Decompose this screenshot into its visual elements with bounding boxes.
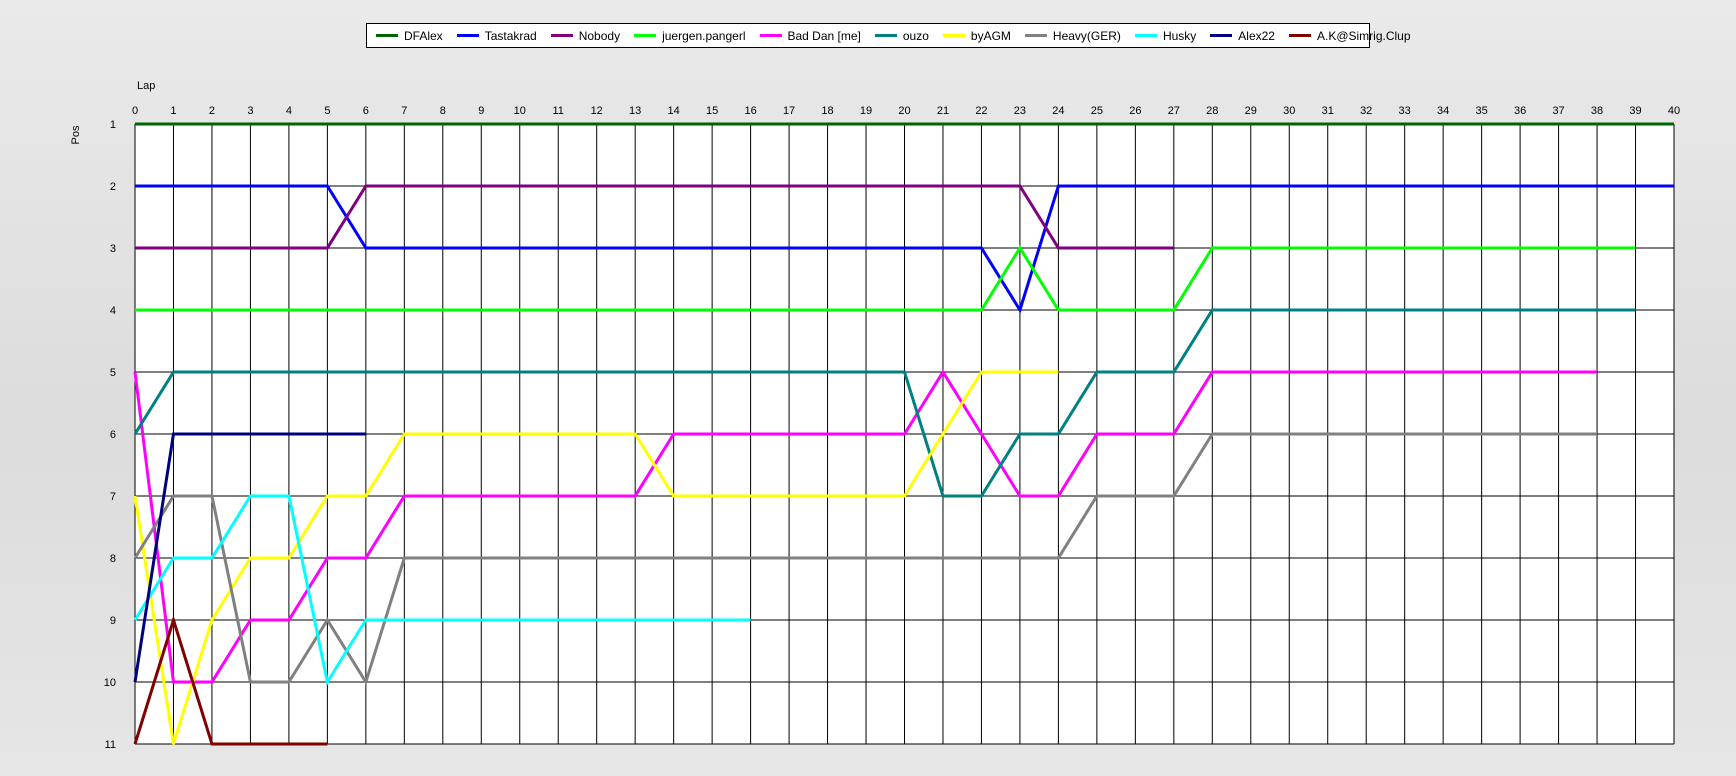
x-tick-label: 32	[1360, 105, 1372, 117]
x-tick-label: 17	[783, 105, 795, 117]
y-tick-label: 10	[104, 677, 116, 689]
x-tick-label: 31	[1322, 105, 1334, 117]
x-tick-label: 16	[744, 105, 756, 117]
y-axis-title: Pos	[70, 125, 82, 144]
x-tick-label: 29	[1245, 105, 1257, 117]
y-tick-label: 9	[110, 615, 116, 627]
x-tick-label: 9	[478, 105, 484, 117]
x-tick-label: 2	[209, 105, 215, 117]
y-tick-label: 6	[110, 429, 116, 441]
x-tick-label: 33	[1399, 105, 1411, 117]
x-tick-label: 27	[1168, 105, 1180, 117]
x-tick-label: 6	[363, 105, 369, 117]
x-tick-label: 18	[821, 105, 833, 117]
x-tick-label: 7	[401, 105, 407, 117]
x-tick-label: 23	[1014, 105, 1026, 117]
x-tick-label: 15	[706, 105, 718, 117]
y-tick-label: 4	[110, 305, 116, 317]
x-tick-label: 3	[247, 105, 253, 117]
x-tick-label: 35	[1476, 105, 1488, 117]
x-tick-label: 36	[1514, 105, 1526, 117]
x-tick-label: 40	[1668, 105, 1680, 117]
x-tick-label: 21	[937, 105, 949, 117]
x-tick-label: 24	[1052, 105, 1064, 117]
x-axis-title: Lap	[137, 80, 155, 92]
x-tick-label: 11	[553, 105, 564, 117]
y-tick-label: 11	[105, 739, 116, 751]
x-tick-label: 20	[898, 105, 910, 117]
y-tick-label: 2	[110, 181, 116, 193]
y-tick-label: 1	[110, 119, 116, 131]
x-tick-label: 25	[1091, 105, 1103, 117]
x-tick-label: 13	[629, 105, 641, 117]
x-tick-label: 19	[860, 105, 872, 117]
x-tick-label: 8	[440, 105, 446, 117]
x-tick-label: 12	[591, 105, 603, 117]
x-tick-label: 28	[1206, 105, 1218, 117]
x-tick-label: 26	[1129, 105, 1141, 117]
x-tick-label: 30	[1283, 105, 1295, 117]
y-tick-label: 3	[110, 243, 116, 255]
x-tick-label: 1	[170, 105, 176, 117]
y-tick-label: 7	[110, 491, 116, 503]
x-tick-label: 5	[324, 105, 330, 117]
x-tick-label: 38	[1591, 105, 1603, 117]
x-tick-label: 4	[286, 105, 292, 117]
x-tick-label: 34	[1437, 105, 1449, 117]
line-chart: 0 1 2 3 4 5 6 7 8 9 10 11 12 13 14 15 16 17 18 19 20 21 22 23 24…	[70, 80, 1680, 751]
x-tick-label: 14	[668, 105, 680, 117]
x-tick-label: 22	[975, 105, 987, 117]
x-tick-label: 10	[514, 105, 526, 117]
y-tick-label: 5	[110, 367, 116, 379]
x-tick-label: 0	[132, 105, 138, 117]
x-tick-label: 37	[1552, 105, 1564, 117]
y-tick-label: 8	[110, 553, 116, 565]
x-tick-label: 39	[1629, 105, 1641, 117]
